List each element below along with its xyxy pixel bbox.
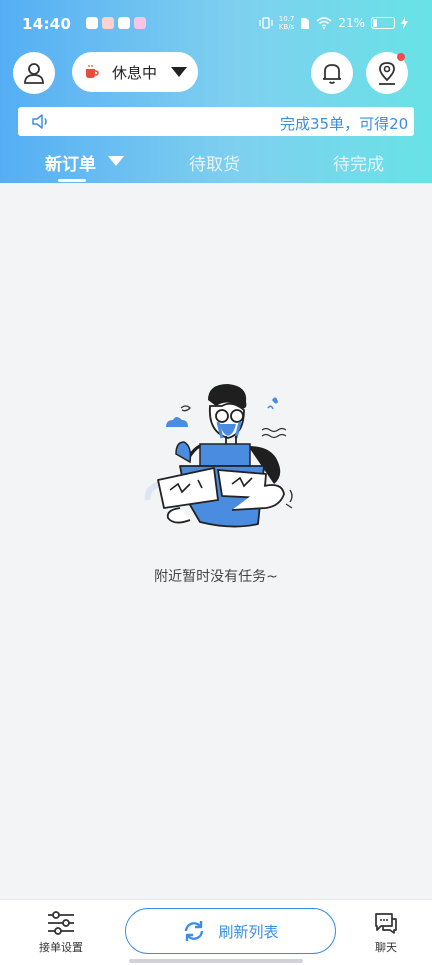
net-speed-value: 10.7 [278, 15, 295, 23]
header: 14:40 10.7 KB/s 21% 休息中 完成35单，可得20 新订单 待… [0, 0, 432, 183]
status-bar: 14:40 10.7 KB/s 21% [0, 0, 432, 48]
weibo-notification-icon [102, 17, 114, 29]
chat-button[interactable]: 聊天 [368, 910, 404, 955]
net-speed-unit: KB/s [278, 23, 295, 31]
location-pin-icon [379, 62, 395, 85]
battery-fill [373, 19, 377, 27]
refresh-list-label: 刷新列表 [218, 922, 279, 941]
location-badge-dot [397, 53, 405, 61]
empty-state-illustration [136, 380, 306, 544]
notification-icons [86, 17, 146, 29]
charging-icon [401, 17, 408, 29]
home-indicator[interactable] [129, 959, 303, 963]
work-status-label: 休息中 [112, 63, 158, 82]
bottom-bar: 接单设置 刷新列表 聊天 [0, 899, 432, 965]
app-notification-icon [86, 17, 98, 29]
tab-active-indicator [58, 179, 86, 182]
empty-state-message: 附近暂时没有任务~ [154, 569, 278, 585]
wifi-icon [316, 17, 332, 29]
tab-to-complete[interactable]: 待完成 [333, 150, 384, 175]
work-status-dropdown[interactable]: 休息中 [72, 52, 198, 92]
vibrate-icon [259, 17, 273, 29]
order-settings-label: 接单设置 [39, 941, 83, 954]
notice-bar[interactable]: 完成35单，可得20 [18, 107, 414, 136]
bell-icon [323, 64, 341, 84]
notice-text: 完成35单，可得20 [280, 115, 409, 133]
tab-to-pickup[interactable]: 待取货 [189, 150, 240, 175]
order-settings-button[interactable]: 接单设置 [37, 910, 85, 955]
refresh-icon [185, 921, 204, 941]
battery-icon [371, 17, 395, 29]
chat-label: 聊天 [375, 941, 397, 954]
tiktok-notification-icon [118, 17, 130, 29]
sliders-icon [48, 911, 74, 935]
dropdown-arrow-icon [171, 67, 187, 77]
refresh-list-button[interactable]: 刷新列表 [125, 908, 336, 954]
chat-bubble-icon [375, 913, 397, 934]
order-tabs: 新订单 待取货 待完成 [0, 146, 432, 183]
system-icons: 10.7 KB/s 21% [259, 15, 408, 31]
location-button[interactable] [366, 52, 408, 94]
status-time: 14:40 [22, 15, 72, 33]
profile-button[interactable] [13, 52, 55, 94]
battery-percent: 21% [338, 16, 365, 30]
user-icon [24, 63, 44, 84]
sim-icon [301, 17, 310, 29]
tab-new-orders[interactable]: 新订单 [45, 150, 96, 175]
speaker-icon [32, 114, 47, 129]
coffee-cup-icon [86, 65, 99, 78]
notifications-button[interactable] [311, 52, 353, 94]
net-speed: 10.7 KB/s [279, 15, 295, 31]
tab-dropdown-arrow-icon[interactable] [108, 156, 124, 166]
app2-notification-icon [134, 17, 146, 29]
